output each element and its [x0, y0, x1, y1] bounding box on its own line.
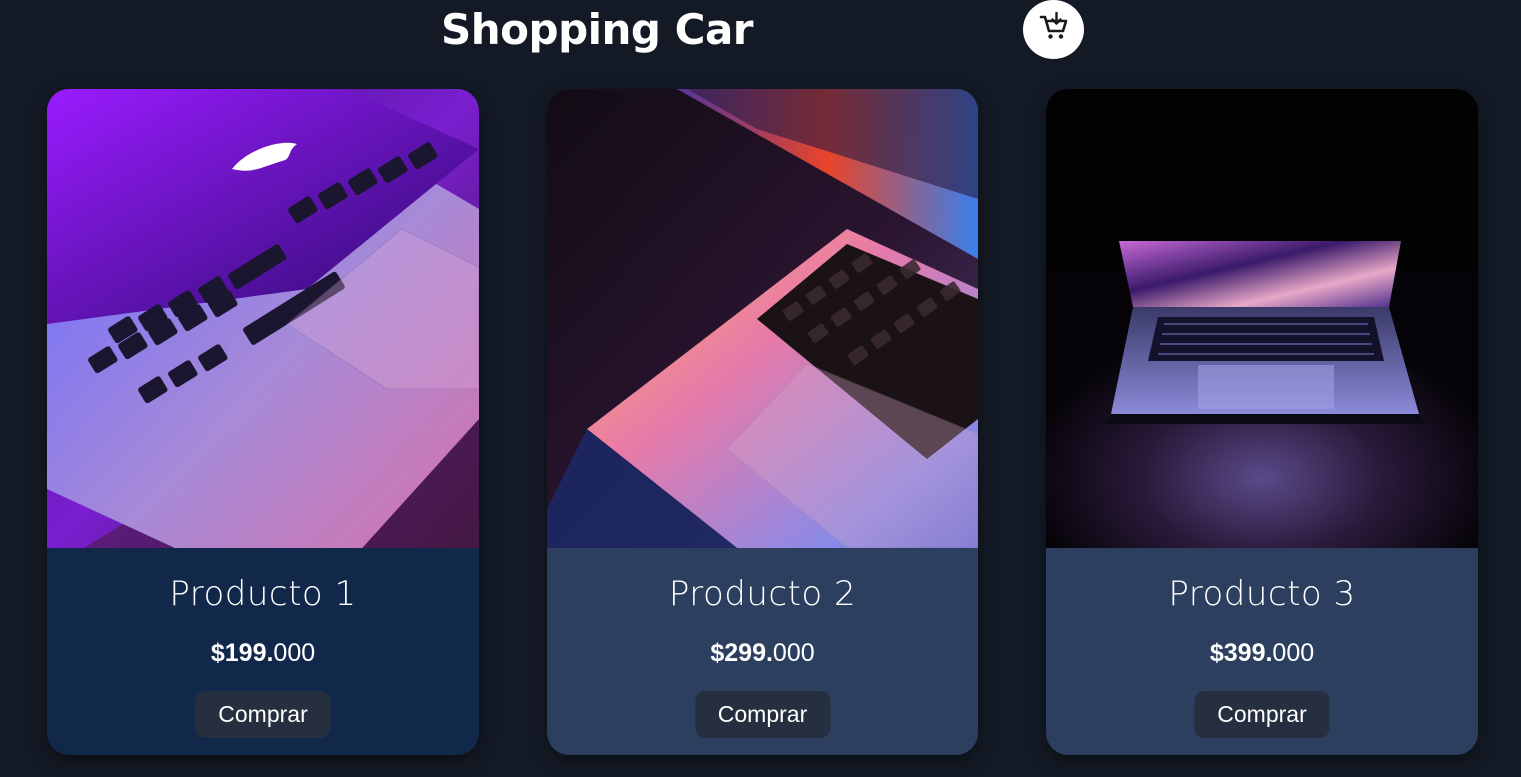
price-cents: 000: [772, 639, 815, 667]
product-details: Producto 2 $299.000 Comprar: [547, 548, 978, 755]
product-image: [1046, 89, 1478, 548]
product-name: Producto 2: [668, 574, 857, 614]
product-details: Producto 1 $199.000 Comprar: [47, 548, 479, 755]
product-card: Producto 3 $399.000 Comprar: [1046, 89, 1478, 755]
product-list: Producto 1 $199.000 Comprar Producto 2 $…: [0, 89, 1521, 757]
page-title: Shopping Car: [441, 5, 754, 54]
cart-add-icon: [1039, 11, 1069, 47]
product-image: [547, 89, 978, 548]
page-header: Shopping Car: [0, 0, 1521, 60]
buy-button[interactable]: Comprar: [695, 691, 830, 738]
price-main: $399.: [1209, 639, 1273, 667]
buy-button[interactable]: Comprar: [1194, 691, 1330, 738]
product-details: Producto 3 $399.000 Comprar: [1046, 548, 1478, 755]
product-name: Producto 3: [1168, 574, 1356, 614]
price-main: $299.: [710, 639, 773, 667]
product-price: $399.000: [1046, 636, 1478, 670]
product-card: Producto 2 $299.000 Comprar: [547, 89, 978, 755]
price-cents: 000: [1272, 639, 1315, 667]
product-name: Producto 1: [169, 574, 357, 614]
price-main: $199.: [210, 639, 274, 667]
product-price: $299.000: [547, 636, 978, 670]
cart-button[interactable]: [1023, 0, 1084, 59]
product-image: [47, 89, 479, 548]
buy-button[interactable]: Comprar: [195, 691, 331, 738]
product-price: $199.000: [47, 636, 479, 670]
price-cents: 000: [273, 639, 316, 667]
product-card: Producto 1 $199.000 Comprar: [47, 89, 479, 755]
